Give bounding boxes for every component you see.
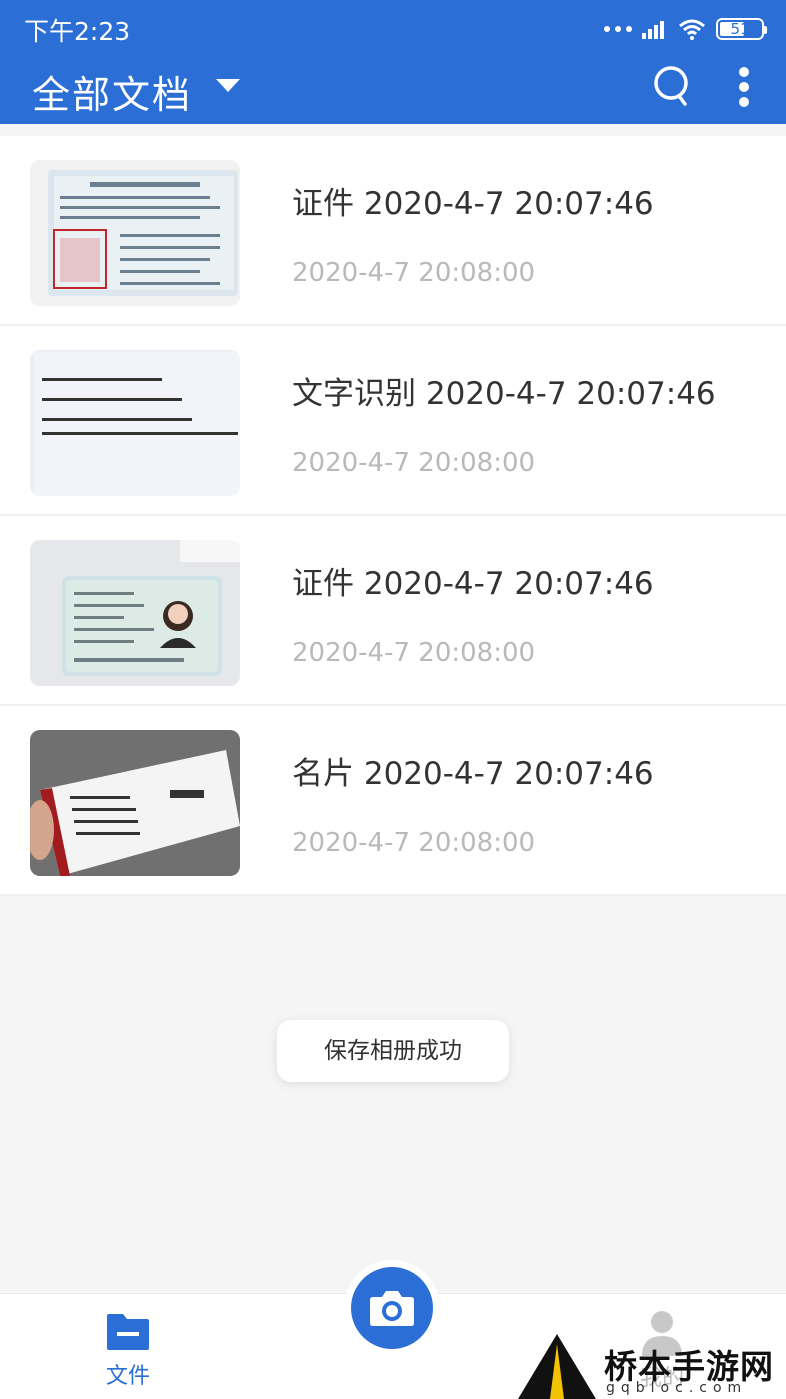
document-thumbnail (30, 730, 240, 876)
list-item[interactable]: 文字识别 2020-4-7 20:07:46 2020-4-7 20:08:00 (0, 326, 786, 516)
watermark-logo-icon (518, 1334, 596, 1399)
document-date: 2020-4-7 20:08:00 (292, 258, 536, 288)
wifi-icon (679, 19, 705, 40)
camera-icon (370, 1291, 414, 1326)
camera-button[interactable] (344, 1260, 440, 1356)
page-title[interactable]: 全部文档 (32, 64, 192, 119)
battery-level: 51 (730, 20, 750, 38)
document-title: 证件 2020-4-7 20:07:46 (292, 186, 654, 222)
status-icons: 51 (604, 14, 767, 44)
battery-icon: 51 (716, 18, 767, 40)
tab-files-label: 文件 (105, 1364, 150, 1389)
document-title: 证件 2020-4-7 20:07:46 (292, 566, 654, 602)
tab-files[interactable]: 文件 (86, 1312, 170, 1392)
document-thumbnail (30, 540, 240, 686)
search-icon[interactable] (652, 64, 692, 108)
watermark: 桥本手游网 gqbloc.com (518, 1334, 786, 1399)
app-header: 下午2:23 51 全部文档 (0, 0, 786, 124)
document-date: 2020-4-7 20:08:00 (292, 638, 536, 668)
title-bar: 全部文档 (0, 56, 786, 124)
document-date: 2020-4-7 20:08:00 (292, 448, 536, 478)
folder-icon (107, 1314, 149, 1350)
list-item[interactable]: 名片 2020-4-7 20:07:46 2020-4-7 20:08:00 (0, 706, 786, 896)
document-title: 文字识别 2020-4-7 20:07:46 (292, 376, 716, 412)
signal-dots-icon (604, 26, 632, 32)
toast-message: 保存相册成功 (277, 1020, 509, 1082)
list-item[interactable]: 证件 2020-4-7 20:07:46 2020-4-7 20:08:00 (0, 136, 786, 326)
document-date: 2020-4-7 20:08:00 (292, 828, 536, 858)
signal-bars-icon (642, 21, 664, 39)
document-thumbnail (30, 160, 240, 306)
camera-button-circle (351, 1267, 433, 1349)
list-item[interactable]: 证件 2020-4-7 20:07:46 2020-4-7 20:08:00 (0, 516, 786, 706)
status-time: 下午2:23 (24, 17, 131, 46)
dropdown-caret-icon[interactable] (216, 79, 240, 92)
status-bar: 下午2:23 51 (0, 0, 786, 56)
more-vertical-icon[interactable] (732, 62, 756, 112)
document-thumbnail (30, 350, 240, 496)
watermark-domain: gqbloc.com (606, 1380, 748, 1396)
document-title: 名片 2020-4-7 20:07:46 (292, 756, 654, 792)
document-list: 证件 2020-4-7 20:07:46 2020-4-7 20:08:00 文… (0, 136, 786, 896)
